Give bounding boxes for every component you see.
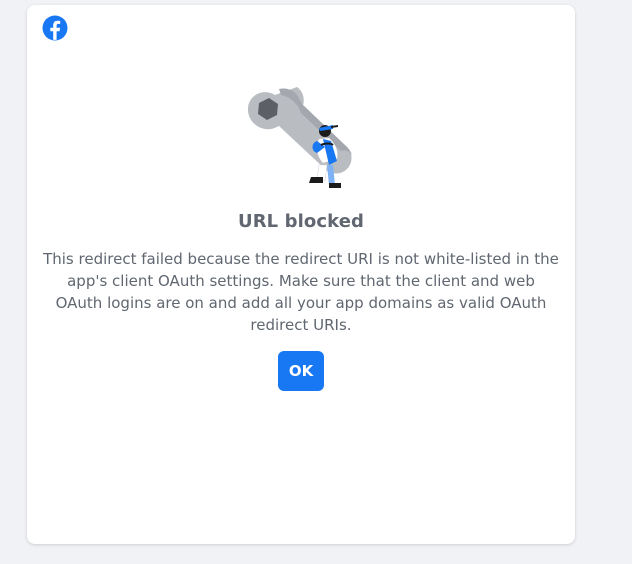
dialog-message: This redirect failed because the redirec… bbox=[43, 250, 559, 334]
person-shoe-right-shape bbox=[329, 183, 341, 188]
error-dialog: URL blocked This redirect failed because… bbox=[27, 5, 575, 544]
person-shoe-left-shape bbox=[309, 177, 323, 183]
ok-button[interactable]: OK bbox=[278, 351, 324, 391]
dialog-title: URL blocked bbox=[238, 211, 364, 232]
facebook-icon bbox=[42, 15, 68, 41]
background-strip bbox=[575, 0, 632, 564]
wrench-illustration bbox=[247, 87, 352, 188]
page-background: URL blocked This redirect failed because… bbox=[0, 0, 632, 564]
